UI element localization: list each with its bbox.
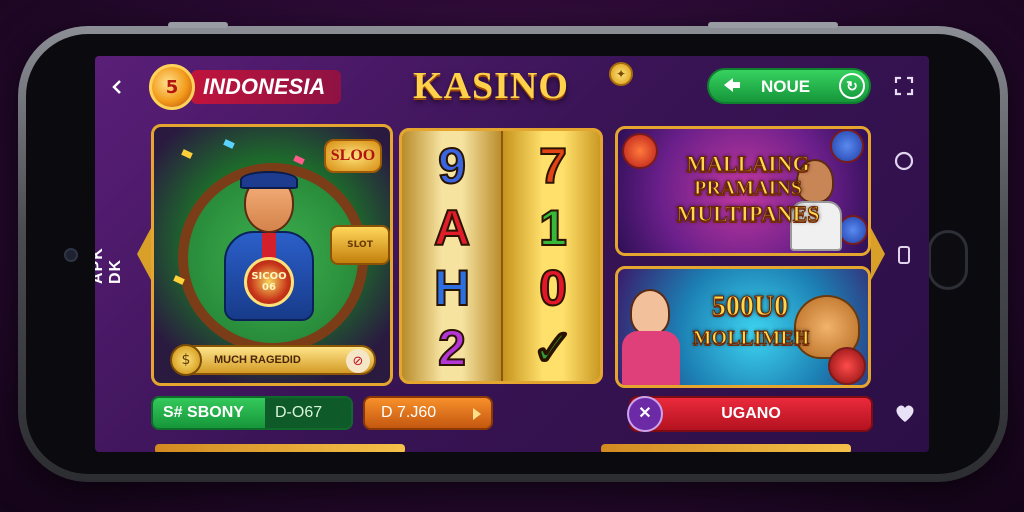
app-screen: INDONESIA 5 KASINO ✦ NOUE ↻ APK DK SICOO… xyxy=(95,56,929,452)
promo-character-body xyxy=(622,331,680,385)
balance-value: D-O67 xyxy=(265,398,351,428)
reel-symbol: 0 xyxy=(538,259,568,317)
power-key xyxy=(708,22,838,28)
noue-button[interactable]: NOUE ↻ xyxy=(707,68,871,104)
top-bar: INDONESIA 5 KASINO ✦ NOUE ↻ xyxy=(95,56,929,116)
balloon-icon xyxy=(622,133,658,169)
balloon-icon xyxy=(838,215,868,245)
coin-icon: ✦ xyxy=(609,62,633,86)
volume-key xyxy=(168,22,228,28)
featured-game-card[interactable]: SICOO 06 SLOO SLOT $ MUCH RAGEDID ⊘ xyxy=(151,124,393,386)
confetti xyxy=(293,155,305,165)
promo-character xyxy=(630,289,670,335)
home-button[interactable] xyxy=(928,230,968,290)
featured-game-footer[interactable]: $ MUCH RAGEDID ⊘ xyxy=(170,344,376,376)
bet-button[interactable]: D 7.J60 xyxy=(363,396,493,430)
reel-symbol: ✓ xyxy=(531,319,575,377)
promo-card-multipanes[interactable]: MALLAING PRAMAINS MULTIPANES xyxy=(615,126,871,256)
scroll-right-arrow-icon[interactable] xyxy=(871,228,885,280)
promo2-line2: MOLLIMEH xyxy=(692,327,810,350)
mascot-character: SICOO 06 xyxy=(214,171,324,321)
scroll-left-arrow-icon[interactable] xyxy=(137,228,151,280)
ugano-button-label: UGANO xyxy=(721,405,781,422)
promo2-line1: 500U0 xyxy=(711,291,789,323)
ugano-button[interactable]: ✕ UGANO xyxy=(627,396,873,432)
reel-symbol: 7 xyxy=(538,137,568,195)
no-icon: ⊘ xyxy=(346,349,370,373)
promo-card-mollimeh[interactable]: 500U0 MOLLIMEH xyxy=(615,266,871,388)
sword-icon: ✕ xyxy=(627,396,663,432)
balance-label: S# SBONY xyxy=(153,398,265,428)
mascot-hat xyxy=(240,171,298,189)
confetti xyxy=(181,149,193,159)
reel-symbol: 1 xyxy=(538,199,568,257)
play-icon xyxy=(473,408,481,420)
heart-icon[interactable] xyxy=(891,400,919,428)
featured-game-footer-label: MUCH RAGEDID xyxy=(214,354,301,366)
poker-chip: SICOO 06 xyxy=(244,257,294,307)
chevron-left-icon[interactable] xyxy=(105,74,131,100)
reel-symbol: 2 xyxy=(437,319,467,377)
treasure-chest-icon: SLOT xyxy=(330,225,390,265)
reel-symbol: 9 xyxy=(437,137,467,195)
promo1-line2: PRAMAINS xyxy=(694,177,803,200)
circle-icon[interactable] xyxy=(891,148,917,174)
phone-rotate-icon[interactable] xyxy=(891,242,917,268)
reel-column-2: 7 1 0 ✓ xyxy=(503,131,600,381)
balloon-icon xyxy=(830,129,864,163)
promo1-line1: MALLAING xyxy=(686,151,810,177)
brand-badge-icon: 5 xyxy=(149,64,195,110)
reel-symbol: A xyxy=(433,199,471,257)
side-label: APK DK xyxy=(95,247,124,284)
reel-symbol: H xyxy=(433,259,471,317)
bottom-strip xyxy=(601,444,851,452)
noue-button-label: NOUE xyxy=(761,77,811,96)
front-camera xyxy=(64,248,78,262)
bottom-strip xyxy=(155,444,405,452)
balloon-icon xyxy=(828,347,866,385)
refresh-icon: ↻ xyxy=(839,73,865,99)
slot-badge: SLOO xyxy=(324,139,382,173)
balance-widget[interactable]: S# SBONY D-O67 xyxy=(151,396,353,430)
expand-icon[interactable] xyxy=(890,72,918,100)
coin-icon: $ xyxy=(170,344,202,376)
slot-reels[interactable]: 9 A H 2 7 1 0 ✓ xyxy=(399,128,603,384)
arrow-right-icon xyxy=(721,74,745,98)
bet-button-label: D 7.J60 xyxy=(381,404,437,421)
reel-column-1: 9 A H 2 xyxy=(402,131,502,381)
confetti xyxy=(223,139,235,149)
app-logo: KASINO xyxy=(413,65,569,107)
region-label: INDONESIA xyxy=(191,70,342,104)
promo1-line3: MULTIPANES xyxy=(676,201,820,227)
